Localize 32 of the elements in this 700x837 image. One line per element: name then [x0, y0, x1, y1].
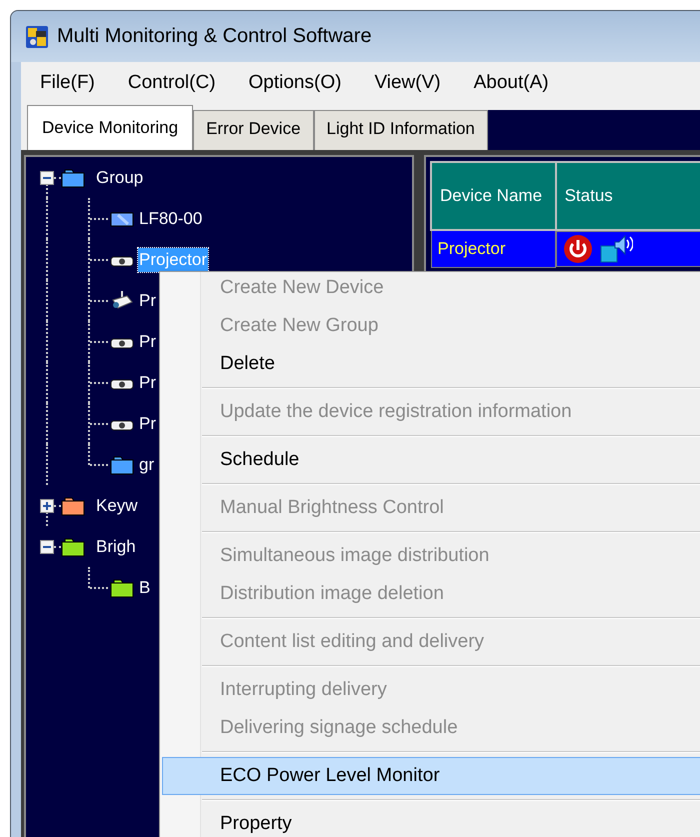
tab[interactable]: Error Device	[193, 110, 314, 150]
table-cell: Projector	[431, 230, 556, 267]
tree-label[interactable]: Pr	[138, 370, 157, 394]
window-title: Multi Monitoring & Control Software	[57, 25, 372, 48]
menu-item[interactable]: View(V)	[374, 72, 474, 94]
tree-label[interactable]: B	[138, 576, 152, 600]
tab[interactable]: Light ID Information	[314, 110, 488, 150]
tree-label[interactable]: LF80-00	[138, 206, 204, 230]
tree-label[interactable]: Pr	[138, 330, 157, 354]
context-menu-item[interactable]: Schedule	[162, 441, 700, 479]
tab[interactable]: Device Monitoring	[27, 105, 194, 150]
menu-item[interactable]: File(F)	[40, 72, 128, 94]
context-menu-item[interactable]: ECO Power Level Monitor	[162, 757, 700, 795]
tree-label[interactable]: Group	[93, 164, 146, 192]
tree-label[interactable]: Pr	[138, 412, 157, 436]
column-header[interactable]: Device Name	[431, 162, 556, 230]
media-speaker-icon	[599, 234, 634, 264]
expand-toggle[interactable]	[40, 170, 54, 184]
camera-icon	[110, 290, 134, 310]
tree-label[interactable]: gr	[138, 452, 156, 476]
column-header[interactable]: Status	[556, 162, 700, 230]
tree-label[interactable]: Brigh	[93, 532, 139, 560]
app-icon	[25, 24, 49, 48]
expand-toggle[interactable]	[40, 540, 54, 554]
expand-toggle[interactable]	[40, 498, 54, 512]
menu-item[interactable]: About(A)	[474, 72, 582, 94]
context-menu-item[interactable]: Property	[162, 805, 700, 837]
tree-label[interactable]: Pr	[138, 288, 157, 312]
menu-item[interactable]: Control(C)	[128, 72, 249, 94]
tree-label[interactable]: Keyw	[93, 492, 141, 520]
context-menu-item[interactable]: Delete	[162, 345, 700, 383]
menu-item[interactable]: Options(O)	[248, 72, 374, 94]
